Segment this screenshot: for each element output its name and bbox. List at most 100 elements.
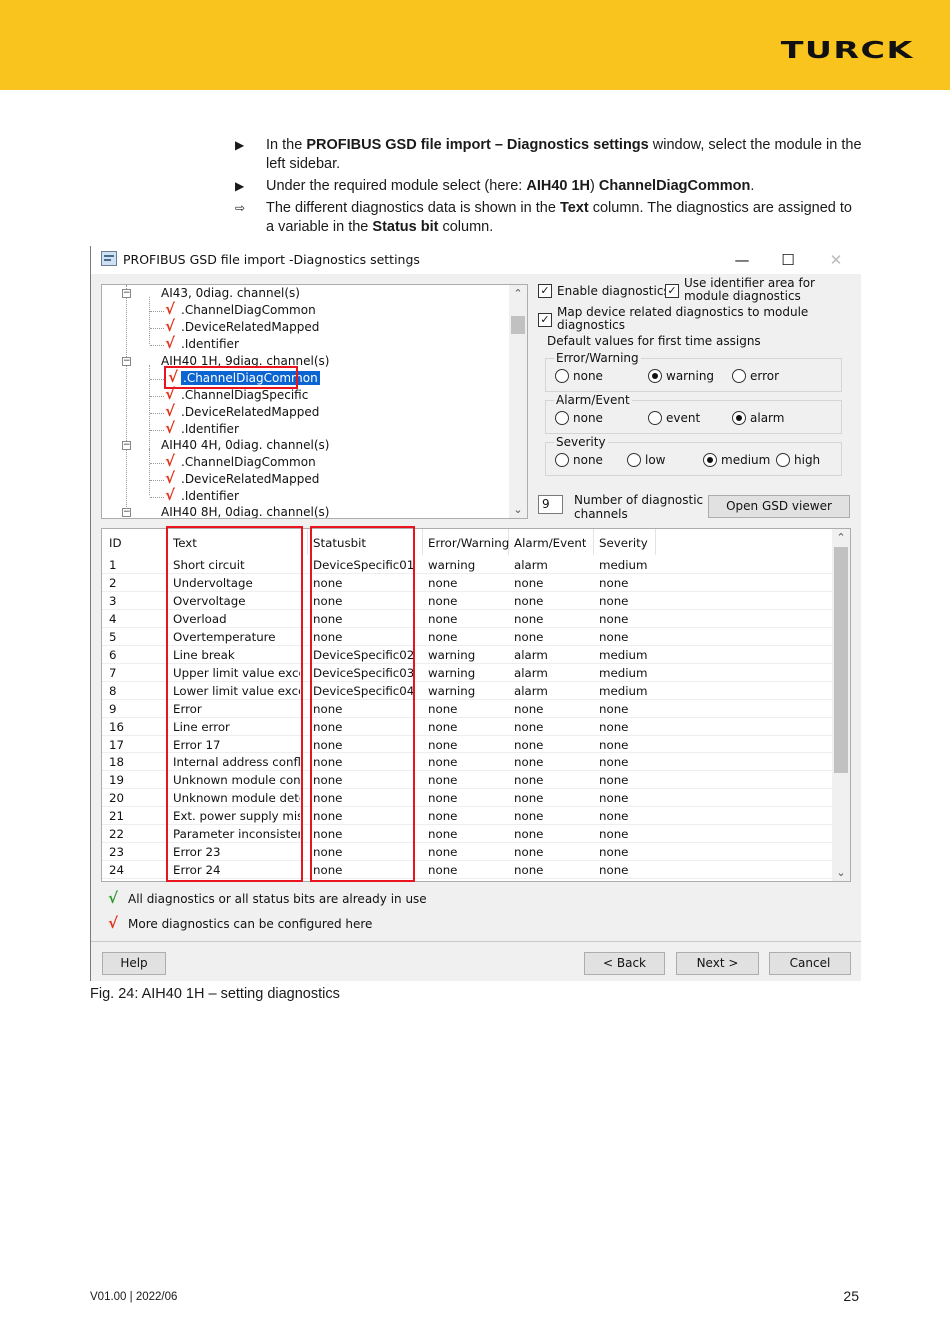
tree-leaf-item[interactable]: .ChannelDiagCommon [181, 454, 316, 471]
table-cell-severity[interactable]: none [599, 628, 628, 646]
table-cell-alarm-event[interactable]: none [514, 861, 543, 879]
table-cell-id[interactable]: 8 [109, 682, 117, 700]
table-cell-severity[interactable]: none [599, 789, 628, 807]
table-cell-severity[interactable]: medium [599, 664, 647, 682]
open-gsd-viewer-button[interactable]: Open GSD viewer [708, 495, 850, 518]
diagnostic-channels-input[interactable]: 9 [538, 495, 563, 514]
table-cell-alarm-event[interactable]: none [514, 843, 543, 861]
scroll-up-icon[interactable]: ⌃ [832, 529, 850, 546]
table-cell-alarm-event[interactable]: alarm [514, 556, 548, 574]
scroll-thumb[interactable] [834, 547, 848, 773]
table-cell-id[interactable]: 24 [109, 861, 124, 879]
table-cell-error-warning[interactable]: none [428, 700, 457, 718]
table-cell-alarm-event[interactable]: none [514, 736, 543, 754]
table-cell-alarm-event[interactable]: alarm [514, 682, 548, 700]
table-cell-severity[interactable]: none [599, 807, 628, 825]
table-cell-id[interactable]: 7 [109, 664, 117, 682]
table-cell-severity[interactable]: medium [599, 646, 647, 664]
table-cell-id[interactable]: 17 [109, 736, 124, 754]
table-cell-error-warning[interactable]: none [428, 610, 457, 628]
scroll-up-icon[interactable]: ⌃ [509, 285, 527, 302]
table-cell-error-warning[interactable]: warning [428, 664, 475, 682]
table-cell-alarm-event[interactable]: none [514, 574, 543, 592]
severity-medium-radio[interactable] [703, 453, 717, 467]
collapse-toggle-icon[interactable]: − [122, 357, 131, 366]
tree-leaf-item[interactable]: .Identifier [181, 488, 239, 505]
column-header-id[interactable]: ID [109, 534, 122, 552]
tree-module-item[interactable]: AIH40 4H, 0diag. channel(s) [161, 437, 329, 454]
table-cell-severity[interactable]: medium [599, 682, 647, 700]
error-warning-error-radio[interactable] [732, 369, 746, 383]
tree-leaf-item[interactable]: .DeviceRelatedMapped [181, 404, 319, 421]
enable-diagnostics-checkbox[interactable]: ✓ [538, 284, 552, 298]
table-cell-severity[interactable]: medium [599, 556, 647, 574]
alarm-event-alarm-radio[interactable] [732, 411, 746, 425]
minimize-button[interactable]: — [727, 249, 757, 271]
tree-leaf-item[interactable]: .ChannelDiagSpecific [181, 387, 308, 404]
table-cell-severity[interactable]: none [599, 718, 628, 736]
scroll-down-icon[interactable]: ⌄ [509, 501, 527, 518]
collapse-toggle-icon[interactable]: − [122, 441, 131, 450]
tree-leaf-item[interactable]: .DeviceRelatedMapped [181, 319, 319, 336]
table-cell-id[interactable]: 9 [109, 700, 117, 718]
table-cell-alarm-event[interactable]: none [514, 789, 543, 807]
table-cell-severity[interactable]: none [599, 610, 628, 628]
table-cell-alarm-event[interactable]: none [514, 753, 543, 771]
table-cell-severity[interactable]: none [599, 843, 628, 861]
tree-leaf-item[interactable]: .DeviceRelatedMapped [181, 471, 319, 488]
table-cell-id[interactable]: 23 [109, 843, 124, 861]
tree-leaf-item[interactable]: .Identifier [181, 336, 239, 353]
table-cell-id[interactable]: 21 [109, 807, 124, 825]
table-cell-id[interactable]: 19 [109, 771, 124, 789]
table-cell-alarm-event[interactable]: none [514, 610, 543, 628]
table-cell-error-warning[interactable]: none [428, 825, 457, 843]
table-cell-id[interactable]: 2 [109, 574, 117, 592]
table-cell-severity[interactable]: none [599, 574, 628, 592]
table-cell-error-warning[interactable]: none [428, 718, 457, 736]
scroll-down-icon[interactable]: ⌄ [832, 864, 850, 881]
severity-low-radio[interactable] [627, 453, 641, 467]
table-cell-id[interactable]: 22 [109, 825, 124, 843]
next-button[interactable]: Next > [676, 952, 759, 975]
severity-high-radio[interactable] [776, 453, 790, 467]
close-button[interactable]: ✕ [821, 249, 851, 271]
tree-leaf-item[interactable]: .Identifier [181, 421, 239, 438]
use-identifier-checkbox[interactable]: ✓ [665, 284, 679, 298]
help-button[interactable]: Help [102, 952, 166, 975]
table-cell-error-warning[interactable]: none [428, 628, 457, 646]
table-cell-id[interactable]: 1 [109, 556, 117, 574]
module-tree[interactable]: − AI43, 0diag. channel(s) √ .ChannelDiag… [101, 284, 528, 519]
table-cell-error-warning[interactable]: warning [428, 682, 475, 700]
table-cell-severity[interactable]: none [599, 861, 628, 879]
collapse-toggle-icon[interactable]: − [122, 508, 131, 517]
table-cell-alarm-event[interactable]: none [514, 807, 543, 825]
table-cell-error-warning[interactable]: warning [428, 646, 475, 664]
table-cell-id[interactable]: 16 [109, 718, 124, 736]
table-cell-severity[interactable]: none [599, 736, 628, 754]
severity-none-radio[interactable] [555, 453, 569, 467]
table-cell-id[interactable]: 5 [109, 628, 117, 646]
alarm-event-none-radio[interactable] [555, 411, 569, 425]
table-cell-alarm-event[interactable]: alarm [514, 646, 548, 664]
tree-module-item[interactable]: AI43, 0diag. channel(s) [161, 285, 300, 302]
table-cell-error-warning[interactable]: none [428, 843, 457, 861]
table-cell-error-warning[interactable]: none [428, 736, 457, 754]
cancel-button[interactable]: Cancel [769, 952, 851, 975]
table-cell-id[interactable]: 4 [109, 610, 117, 628]
table-cell-error-warning[interactable]: none [428, 574, 457, 592]
error-warning-warning-radio[interactable] [648, 369, 662, 383]
collapse-toggle-icon[interactable]: − [122, 289, 131, 298]
table-cell-id[interactable]: 6 [109, 646, 117, 664]
table-cell-alarm-event[interactable]: none [514, 700, 543, 718]
table-cell-severity[interactable]: none [599, 592, 628, 610]
table-cell-alarm-event[interactable]: none [514, 592, 543, 610]
map-device-checkbox[interactable]: ✓ [538, 313, 552, 327]
table-cell-id[interactable]: 3 [109, 592, 117, 610]
scroll-thumb[interactable] [511, 316, 525, 334]
table-cell-alarm-event[interactable]: none [514, 718, 543, 736]
error-warning-none-radio[interactable] [555, 369, 569, 383]
column-header-error-warning[interactable]: Error/Warning [428, 534, 509, 552]
back-button[interactable]: < Back [584, 952, 665, 975]
table-cell-severity[interactable]: none [599, 771, 628, 789]
tree-module-item[interactable]: AIH40 8H, 0diag. channel(s) [161, 504, 329, 518]
